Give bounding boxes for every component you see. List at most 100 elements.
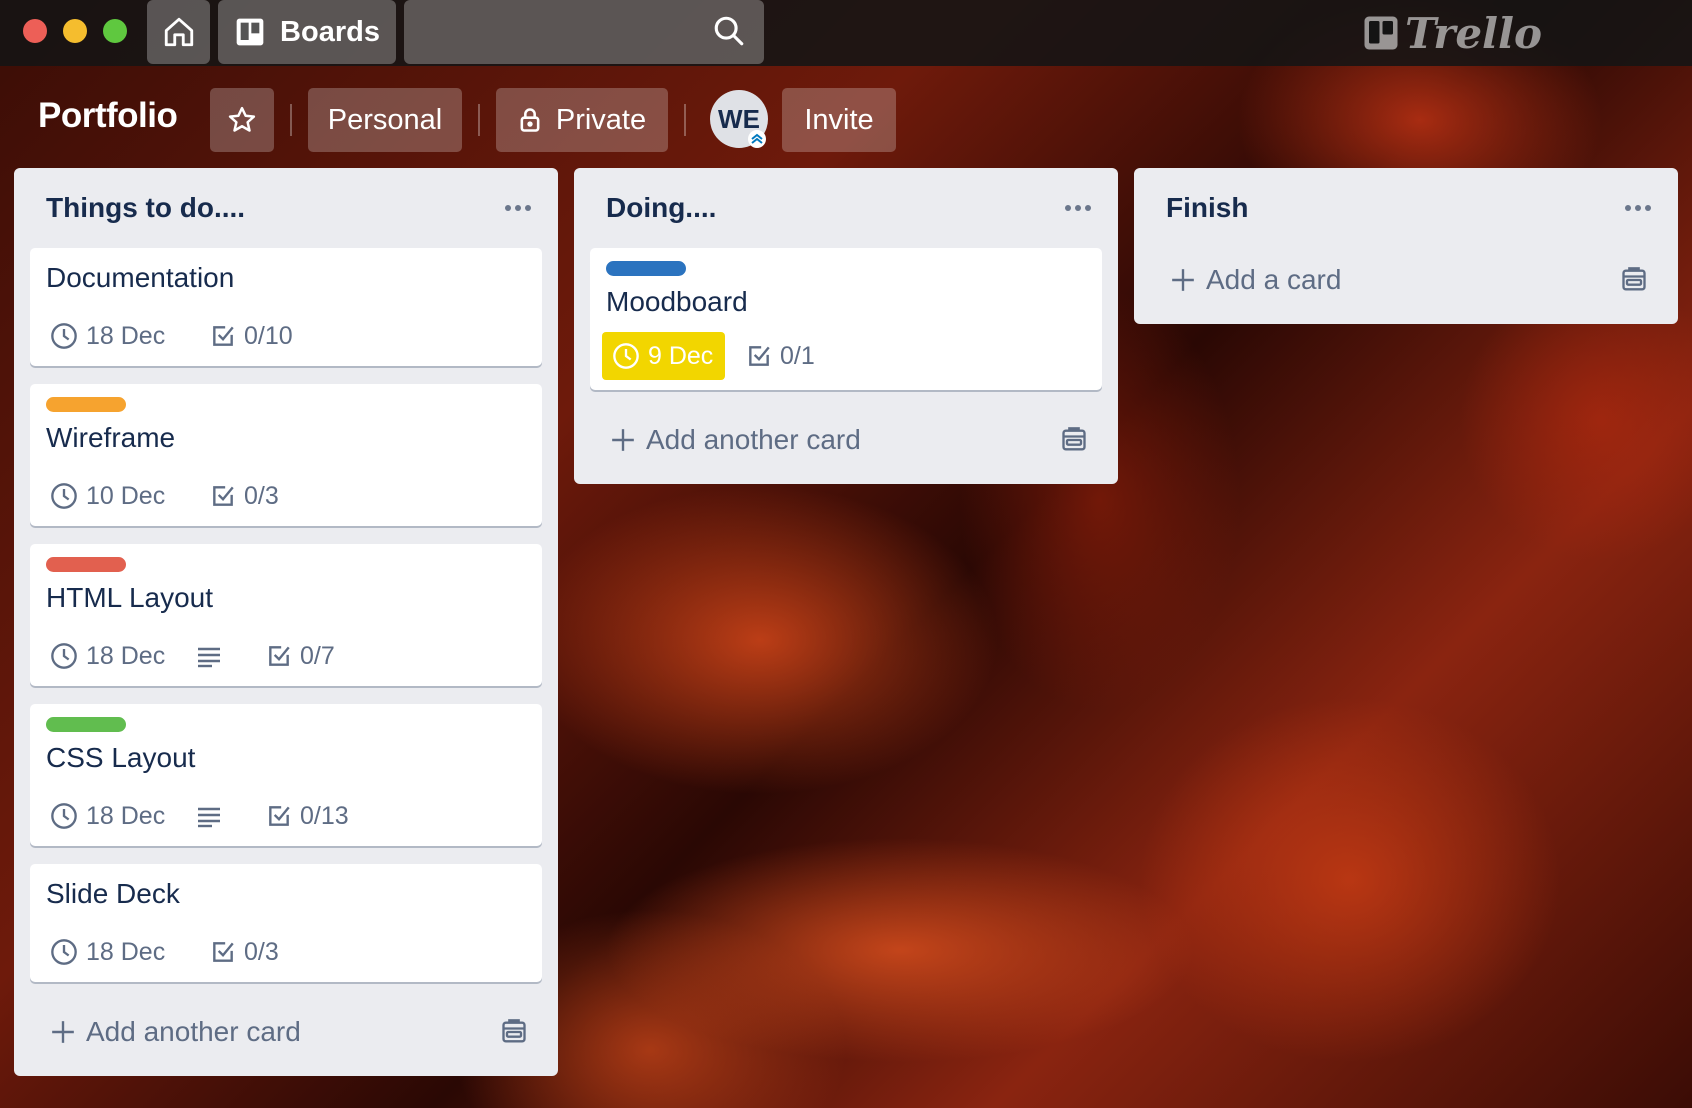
clock-icon <box>51 803 77 829</box>
checklist-badge: 0/3 <box>210 930 279 974</box>
due-date-text: 18 Dec <box>86 937 166 966</box>
admin-chevron-icon <box>748 130 766 148</box>
card-label-red[interactable] <box>46 557 126 572</box>
due-date-badge: 18 Dec <box>50 634 165 678</box>
home-icon <box>164 17 193 47</box>
search-icon[interactable] <box>712 14 746 48</box>
window-zoom-button[interactable] <box>103 19 127 43</box>
more-options-icon[interactable] <box>1058 190 1098 226</box>
due-date-text: 18 Dec <box>86 801 166 830</box>
due-date-text: 18 Dec <box>86 641 166 670</box>
checklist-badge: 0/3 <box>210 474 279 518</box>
checklist-badge: 0/13 <box>266 794 349 838</box>
star-board-button[interactable] <box>210 88 274 152</box>
clock-icon <box>51 643 77 669</box>
list-title[interactable]: Things to do.... <box>46 192 245 224</box>
card-moodboard[interactable]: Moodboard 9 Dec 0/1 <box>590 248 1102 390</box>
card-title: Slide Deck <box>46 878 180 909</box>
header-divider <box>290 104 292 136</box>
checklist-badge: 0/10 <box>210 314 293 358</box>
clock-icon <box>51 483 77 509</box>
card-title: Wireframe <box>46 422 176 453</box>
clock-icon <box>613 343 639 369</box>
add-card-button[interactable]: Add another card <box>590 412 1102 468</box>
plus-icon <box>1172 269 1194 291</box>
checklist-text: 0/13 <box>300 801 349 830</box>
checklist-text: 0/10 <box>244 321 293 350</box>
window-minimize-button[interactable] <box>63 19 87 43</box>
card-template-icon[interactable] <box>1060 426 1088 454</box>
board-title[interactable]: Portfolio <box>38 96 178 136</box>
trello-logo-icon <box>1364 16 1398 50</box>
trello-logo[interactable]: Trello <box>1363 8 1542 58</box>
clock-icon <box>51 323 77 349</box>
checklist-text: 0/7 <box>300 641 335 670</box>
card-slide-deck[interactable]: Slide Deck 18 Dec 0/3 <box>30 864 542 982</box>
add-card-label: Add a card <box>1206 264 1342 295</box>
list-title[interactable]: Finish <box>1166 192 1248 224</box>
member-avatar[interactable]: WE <box>710 90 768 148</box>
invite-button[interactable]: Invite <box>782 88 896 152</box>
list-things-to-do: Things to do.... Documentation 18 Dec 0/… <box>14 168 558 1076</box>
checklist-icon <box>269 646 290 666</box>
card-html-layout[interactable]: HTML Layout 18 Dec 0/7 <box>30 544 542 686</box>
description-icon <box>198 647 220 668</box>
plus-icon <box>612 429 634 451</box>
due-date-badge: 10 Dec <box>50 474 165 518</box>
checklist-icon <box>213 326 234 346</box>
card-title: Documentation <box>46 262 235 293</box>
more-options-icon[interactable] <box>498 190 538 226</box>
boards-icon <box>236 18 264 46</box>
description-icon <box>198 807 220 828</box>
trello-logo-text: Trello <box>1405 8 1542 58</box>
add-card-label: Add another card <box>646 424 861 455</box>
add-card-label: Add another card <box>86 1016 301 1047</box>
card-css-layout[interactable]: CSS Layout 18 Dec 0/13 <box>30 704 542 846</box>
list-header: Finish <box>1134 168 1678 248</box>
list-header: Doing.... <box>574 168 1118 248</box>
star-icon <box>228 106 256 132</box>
card-template-icon[interactable] <box>500 1018 528 1046</box>
lock-icon <box>520 108 540 132</box>
card-label-green[interactable] <box>46 717 126 732</box>
header-divider <box>684 104 686 136</box>
card-title: Moodboard <box>606 286 748 317</box>
checklist-badge: 0/7 <box>266 634 335 678</box>
card-label-orange[interactable] <box>46 397 126 412</box>
more-options-icon[interactable] <box>1618 190 1658 226</box>
boards-button[interactable]: Boards <box>218 0 396 64</box>
due-date-text: 9 Dec <box>648 341 714 370</box>
team-visibility-button[interactable]: Personal <box>308 88 462 152</box>
checklist-icon <box>213 486 234 506</box>
list-title[interactable]: Doing.... <box>606 192 716 224</box>
card-wireframe[interactable]: Wireframe 10 Dec 0/3 <box>30 384 542 526</box>
checklist-badge: 0/1 <box>746 334 815 378</box>
search-field[interactable] <box>404 0 764 64</box>
clock-icon <box>51 939 77 965</box>
due-date-text: 18 Dec <box>86 321 166 350</box>
add-card-button[interactable]: Add a card <box>1150 252 1662 308</box>
boards-label: Boards <box>280 15 380 48</box>
home-button[interactable] <box>147 0 210 64</box>
privacy-button[interactable]: Private <box>496 88 668 152</box>
privacy-label: Private <box>555 103 647 136</box>
due-date-badge: 18 Dec <box>50 314 165 358</box>
card-title: HTML Layout <box>46 582 214 613</box>
checklist-text: 0/3 <box>244 481 279 510</box>
due-date-text: 10 Dec <box>86 481 166 510</box>
checklist-icon <box>213 942 234 962</box>
add-card-button[interactable]: Add another card <box>30 1004 542 1060</box>
due-date-badge: 18 Dec <box>50 930 165 974</box>
board-header: Portfolio Personal Private WE Invite <box>0 88 1692 152</box>
due-date-badge[interactable]: 9 Dec <box>602 332 726 380</box>
checklist-text: 0/3 <box>244 937 279 966</box>
card-label-blue[interactable] <box>606 261 686 276</box>
card-documentation[interactable]: Documentation 18 Dec 0/10 <box>30 248 542 366</box>
top-bar: Boards Trello <box>0 0 1692 66</box>
card-template-icon[interactable] <box>1620 266 1648 294</box>
search-input[interactable] <box>404 0 704 64</box>
header-divider <box>478 104 480 136</box>
card-title: CSS Layout <box>46 742 196 773</box>
checklist-text: 0/1 <box>780 341 815 370</box>
window-close-button[interactable] <box>23 19 47 43</box>
